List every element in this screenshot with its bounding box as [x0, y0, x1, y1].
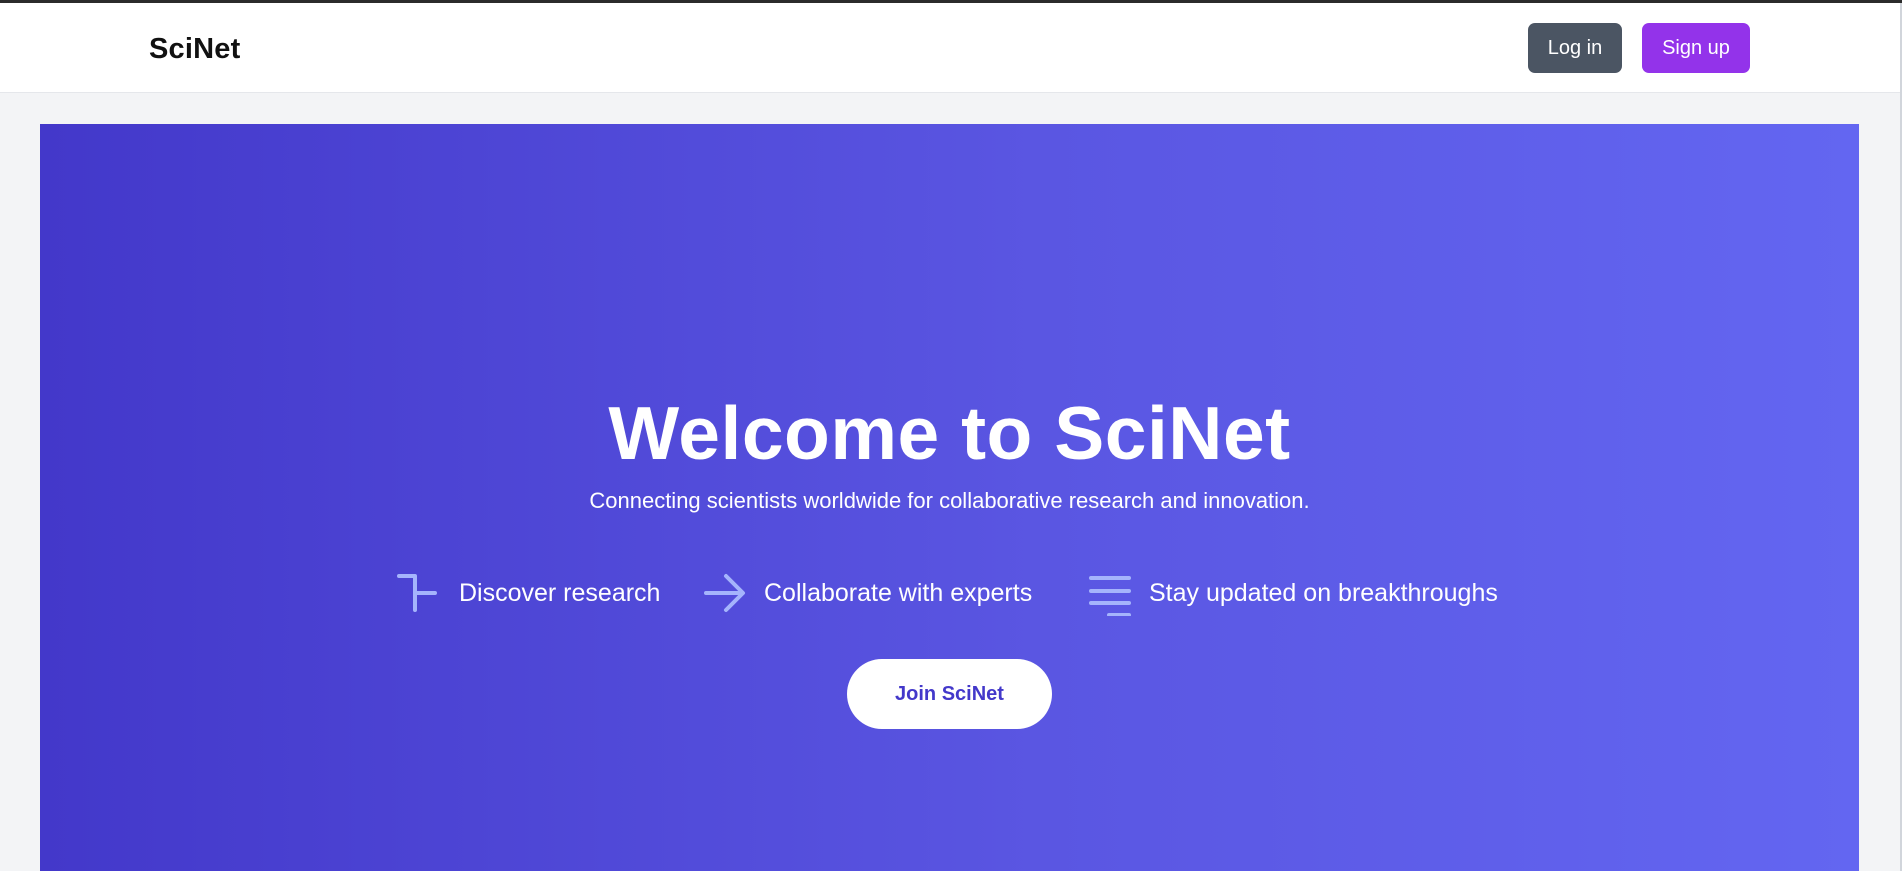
join-scinet-button[interactable]: Join SciNet	[847, 659, 1052, 729]
feature-list: Discover research Collaborate with exper…	[40, 568, 1859, 618]
signup-button[interactable]: Sign up	[1642, 23, 1750, 73]
feature-item-collaborate: Collaborate with experts	[702, 568, 1032, 618]
hero-title: Welcome to SciNet	[608, 391, 1291, 475]
corner-line-icon	[394, 570, 440, 616]
page: SciNet Log in Sign up Welcome to SciNet …	[0, 0, 1902, 871]
feature-item-stay-updated: Stay updated on breakthroughs	[1087, 568, 1498, 618]
feature-label: Collaborate with experts	[764, 578, 1033, 607]
navbar: SciNet Log in Sign up	[0, 3, 1900, 93]
brand-logo-text[interactable]: SciNet	[149, 33, 240, 66]
feature-label: Discover research	[459, 578, 661, 607]
arrow-right-icon	[702, 570, 748, 616]
hero-subtitle: Connecting scientists worldwide for coll…	[589, 488, 1310, 513]
lines-icon	[1087, 570, 1133, 616]
feature-label: Stay updated on breakthroughs	[1149, 578, 1498, 607]
feature-item-discover-research: Discover research	[394, 568, 660, 618]
login-button[interactable]: Log in	[1528, 23, 1622, 73]
hero-section: Welcome to SciNet Connecting scientists …	[40, 124, 1859, 871]
